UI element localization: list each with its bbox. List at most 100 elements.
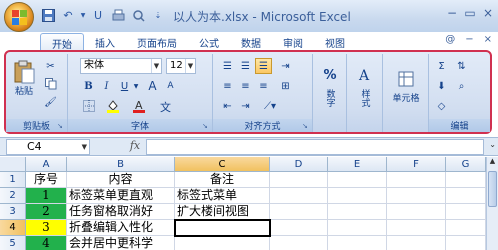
close-button[interactable]: × xyxy=(480,6,496,20)
scroll-up-icon[interactable]: ▲ xyxy=(487,157,498,169)
align-left-icon[interactable]: ≡ xyxy=(219,78,236,94)
copy-icon[interactable] xyxy=(42,76,59,92)
cells-button[interactable]: 单元格 xyxy=(387,58,425,116)
cell-a2[interactable]: 1 xyxy=(26,188,67,204)
bold-button[interactable]: B xyxy=(80,78,97,94)
column-header-c[interactable]: C xyxy=(175,157,270,172)
row-header-4[interactable]: 4 xyxy=(0,220,26,236)
tab-page-layout[interactable]: 页面布局 xyxy=(126,33,188,51)
fill-icon[interactable]: ⬇ xyxy=(433,78,450,94)
sort-filter-icon[interactable]: ⇅ xyxy=(453,58,470,74)
number-format-button[interactable]: % 数字 xyxy=(317,58,343,116)
cell-c2[interactable]: 标签式菜单 xyxy=(175,188,270,204)
column-header-f[interactable]: F xyxy=(387,157,446,172)
styles-button[interactable]: A 样式 xyxy=(351,58,379,116)
save-icon[interactable] xyxy=(40,7,56,23)
find-select-icon[interactable]: ⌕ xyxy=(453,78,470,94)
row-header-3[interactable]: 3 xyxy=(0,204,26,220)
print-preview-icon[interactable] xyxy=(130,7,146,23)
row-header-1[interactable]: 1 xyxy=(0,172,26,188)
align-center-icon[interactable]: ≡ xyxy=(237,78,254,94)
cell-g5[interactable] xyxy=(446,236,486,250)
cell-d3[interactable] xyxy=(270,204,328,220)
row-header-2[interactable]: 2 xyxy=(0,188,26,204)
cell-d4[interactable] xyxy=(270,220,328,236)
vertical-scrollbar[interactable]: ▲ xyxy=(486,157,498,250)
cell-e5[interactable] xyxy=(328,236,387,250)
font-size-combo[interactable]: 12 ▼ xyxy=(166,58,196,74)
cut-icon[interactable]: ✂ xyxy=(42,58,59,74)
cell-d1[interactable] xyxy=(270,172,328,188)
cell-c5[interactable] xyxy=(175,236,270,250)
name-box[interactable]: C4 ▼ xyxy=(6,139,90,155)
underline-button[interactable]: U xyxy=(116,78,133,94)
align-middle-icon[interactable]: ☰ xyxy=(237,58,254,74)
redo-icon[interactable]: U xyxy=(90,7,106,23)
insert-function-icon[interactable]: fx xyxy=(126,139,144,155)
decrease-indent-icon[interactable]: ⇤ xyxy=(219,98,236,114)
shrink-font-button[interactable]: A xyxy=(162,78,179,94)
cell-b4[interactable]: 折叠编辑入性化 xyxy=(67,220,175,236)
tab-data[interactable]: 数据 xyxy=(230,33,272,51)
cell-f4[interactable] xyxy=(387,220,446,236)
cell-c1[interactable]: 备注 xyxy=(175,172,270,188)
dialog-launcher-icon[interactable]: ↘ xyxy=(57,122,65,130)
wrap-text-icon[interactable]: ⇥ xyxy=(277,58,294,74)
align-right-icon[interactable]: ≡ xyxy=(255,78,272,94)
help-icon[interactable]: @ xyxy=(445,34,455,45)
tab-review[interactable]: 审阅 xyxy=(272,33,314,51)
cell-f1[interactable] xyxy=(387,172,446,188)
cell-a5[interactable]: 4 xyxy=(26,236,67,250)
column-header-b[interactable]: B xyxy=(67,157,175,172)
tab-home[interactable]: 开始 xyxy=(40,33,84,51)
tab-view[interactable]: 视图 xyxy=(314,33,356,51)
paste-button[interactable]: 粘贴 xyxy=(10,58,38,98)
cell-c3[interactable]: 扩大楼间视图 xyxy=(175,204,270,220)
cell-b2[interactable]: 标签菜单更直观 xyxy=(67,188,175,204)
column-header-d[interactable]: D xyxy=(270,157,328,172)
chevron-down-icon[interactable]: ▼ xyxy=(82,140,87,154)
cell-b3[interactable]: 任务窗格取消好 xyxy=(67,204,175,220)
cell-e4[interactable] xyxy=(328,220,387,236)
restore-button[interactable]: ▭ xyxy=(462,6,478,20)
tab-formulas[interactable]: 公式 xyxy=(188,33,230,51)
cell-a1[interactable]: 序号 xyxy=(26,172,67,188)
align-top-icon[interactable]: ☰ xyxy=(219,58,236,74)
cell-g2[interactable] xyxy=(446,188,486,204)
chevron-down-icon[interactable]: ▼ xyxy=(132,78,140,94)
fill-color-icon[interactable] xyxy=(104,98,121,114)
cell-g4[interactable] xyxy=(446,220,486,236)
clear-icon[interactable]: ◇ xyxy=(433,98,450,114)
align-bottom-icon[interactable]: ☰ xyxy=(255,58,272,74)
format-painter-icon[interactable]: 🖌 xyxy=(42,94,59,110)
cell-g1[interactable] xyxy=(446,172,486,188)
cell-e3[interactable] xyxy=(328,204,387,220)
formula-input[interactable] xyxy=(146,139,484,155)
cell-f3[interactable] xyxy=(387,204,446,220)
office-button[interactable] xyxy=(4,2,34,32)
dropdown-arrow-icon[interactable]: ▼ xyxy=(80,7,86,23)
merge-center-icon[interactable]: ⊞ xyxy=(277,78,294,94)
select-all-button[interactable] xyxy=(0,157,26,172)
customize-qat-icon[interactable]: ⇣ xyxy=(150,7,166,23)
expand-formula-bar-icon[interactable]: ⌄ xyxy=(489,140,496,149)
chevron-down-icon[interactable]: ▼ xyxy=(151,59,161,73)
cell-g3[interactable] xyxy=(446,204,486,220)
row-header-5[interactable]: 5 xyxy=(0,236,26,250)
ribbon-close-button[interactable]: × xyxy=(484,34,492,45)
minimize-button[interactable]: − xyxy=(444,6,460,20)
orientation-icon[interactable]: ⟋▾ xyxy=(257,98,283,114)
autosum-icon[interactable]: Σ xyxy=(433,58,450,74)
cell-a4[interactable]: 3 xyxy=(26,220,67,236)
phonetic-icon[interactable]: 文 xyxy=(156,98,173,114)
ribbon-minimize-button[interactable]: − xyxy=(465,34,473,45)
cell-b1[interactable]: 内容 xyxy=(67,172,175,188)
cell-d5[interactable] xyxy=(270,236,328,250)
italic-button[interactable]: I xyxy=(98,78,115,94)
column-header-e[interactable]: E xyxy=(328,157,387,172)
cell-e2[interactable] xyxy=(328,188,387,204)
undo-icon[interactable]: ↶ xyxy=(60,7,76,23)
borders-icon[interactable] xyxy=(80,98,97,114)
cell-b5[interactable]: 会并居中更科学 xyxy=(67,236,175,250)
chevron-down-icon[interactable]: ▼ xyxy=(185,59,195,73)
